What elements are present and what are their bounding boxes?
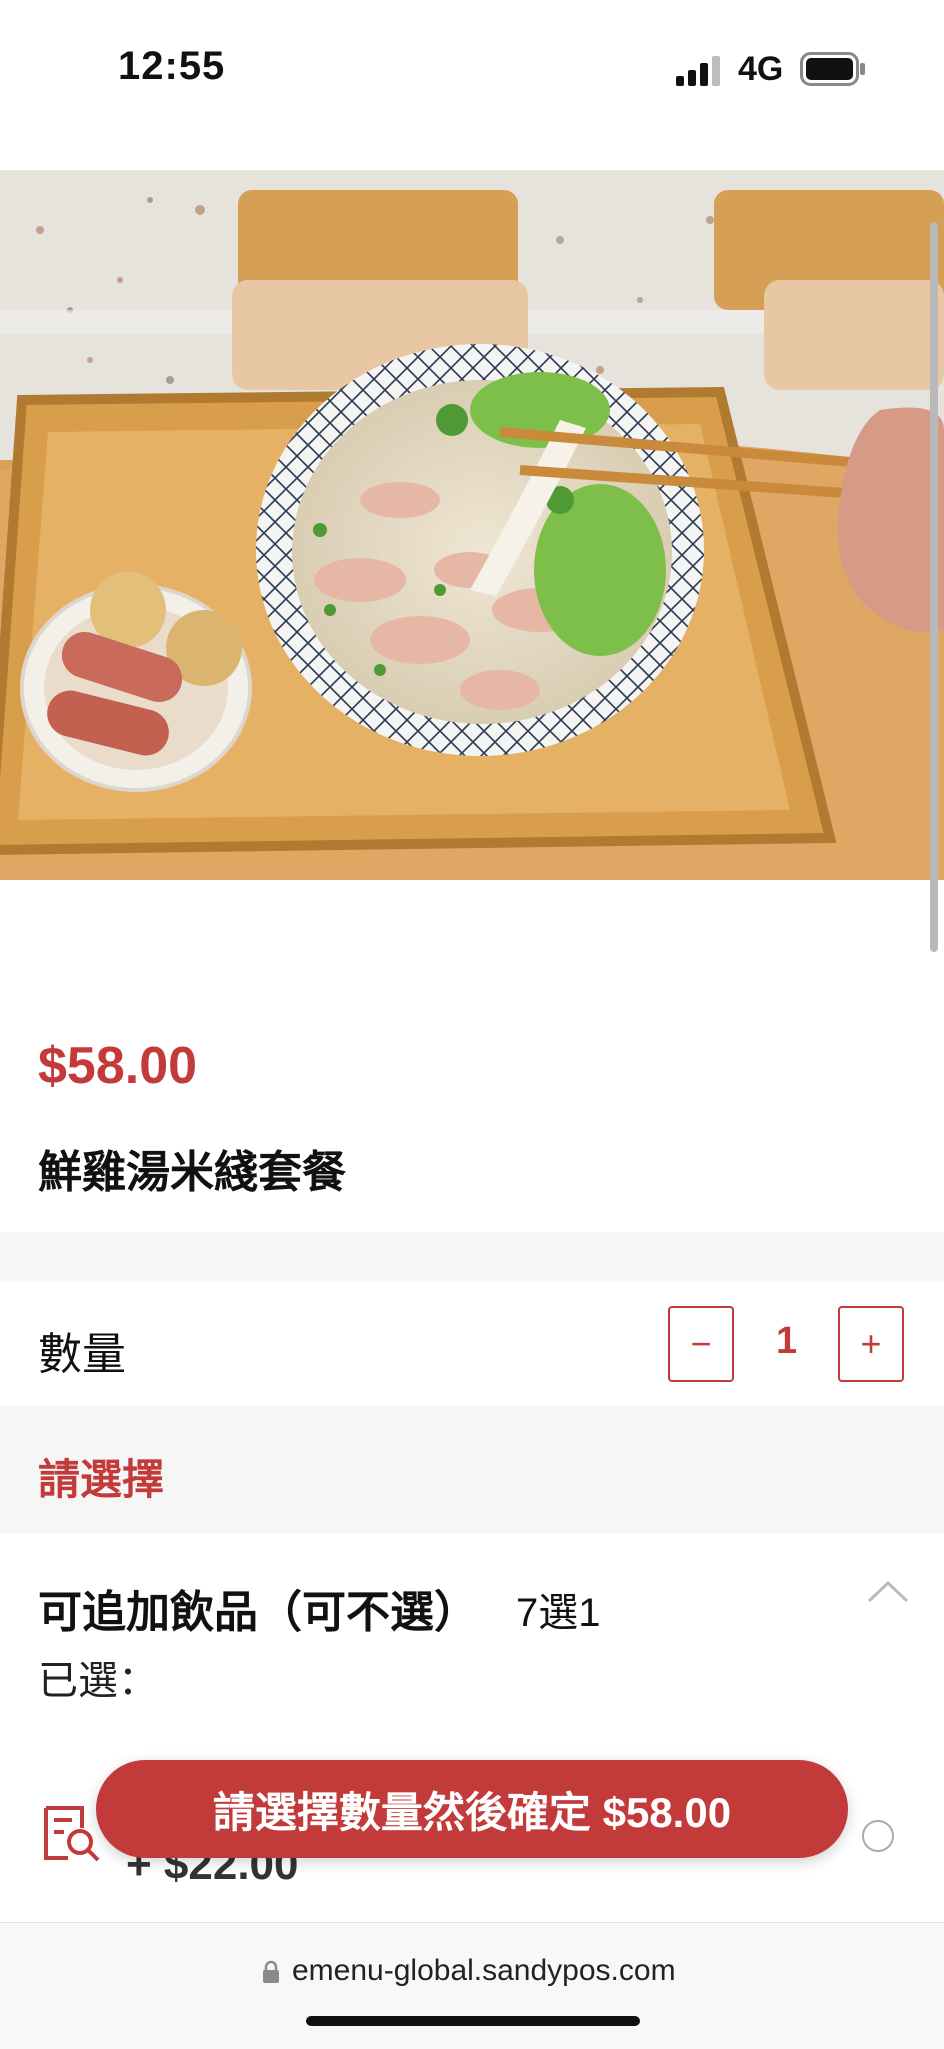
section-title: 請選擇 [38,1455,165,1504]
status-time: 12:55 [118,44,226,88]
section-divider [0,1232,944,1282]
home-indicator [306,2016,640,2026]
product-name: 鮮雞湯米綫套餐 [38,1148,346,1197]
network-type: 4G [738,50,784,88]
quantity-decrease-button[interactable]: − [668,1306,734,1382]
battery-icon [800,52,866,91]
quantity-increase-button[interactable]: + [838,1306,904,1382]
quantity-label: 數量 [38,1330,126,1379]
lock-icon [262,1960,280,1989]
url-text[interactable]: emenu-global.sandypos.com [292,1954,676,1988]
quantity-value: 1 [776,1320,798,1362]
option-group-rule: 7選1 [516,1591,601,1635]
cellular-signal-icon [676,56,724,91]
product-photo [0,170,944,880]
selected-options-label: 已選： [38,1659,158,1703]
search-document-icon [42,1804,102,1867]
product-price: $58.00 [38,1037,198,1095]
option-item-radio[interactable] [862,1820,894,1852]
option-group-title: 可追加飲品（可不選） [38,1588,478,1637]
confirm-add-button[interactable]: 請選擇數量然後確定 $58.00 [96,1760,848,1858]
chevron-up-icon[interactable] [866,1578,910,1609]
scrollbar[interactable] [930,222,938,952]
